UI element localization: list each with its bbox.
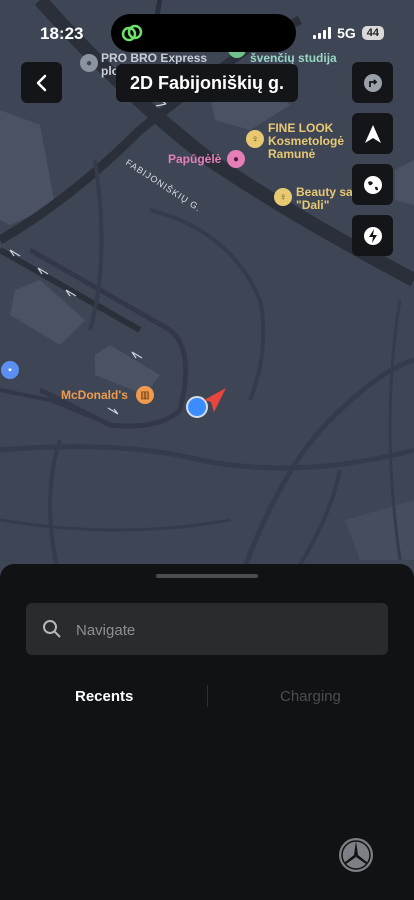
- map-layers-button[interactable]: [352, 164, 393, 205]
- tab-divider: [207, 685, 208, 707]
- shop-icon[interactable]: ●: [227, 150, 245, 168]
- fuel-icon[interactable]: ▪: [1, 361, 19, 379]
- poi-label-finelook[interactable]: FINE LOOK Kosmetologė Ramunė: [268, 122, 358, 161]
- navigation-arrow-icon: [204, 388, 226, 412]
- beauty-icon[interactable]: ♀: [246, 130, 264, 148]
- back-button[interactable]: [21, 62, 62, 103]
- beauty-icon[interactable]: ♀: [274, 188, 292, 206]
- poi-label-beauty-dali[interactable]: Beauty sa "Dali": [296, 186, 356, 212]
- turn-right-icon: [363, 73, 382, 92]
- network-label: 5G: [337, 25, 356, 41]
- poi-label-mcdonalds[interactable]: McDonald's: [61, 389, 128, 402]
- restaurant-icon[interactable]: ▥: [136, 386, 154, 404]
- status-time: 18:23: [40, 24, 84, 43]
- lightning-icon: [363, 226, 382, 245]
- destination-address[interactable]: 2D Fabijoniškių g.: [116, 64, 298, 102]
- globe-icon: [363, 175, 382, 194]
- recenter-button[interactable]: [352, 113, 393, 154]
- link-icon: [121, 24, 143, 42]
- tab-charging[interactable]: Charging: [280, 688, 341, 705]
- directions-button[interactable]: [352, 62, 393, 103]
- tab-recents[interactable]: Recents: [75, 688, 133, 705]
- bottom-sheet: Recents Charging: [0, 564, 414, 900]
- sheet-handle[interactable]: [156, 574, 258, 578]
- navigation-arrow-icon: [364, 124, 381, 143]
- dynamic-island[interactable]: [111, 14, 296, 52]
- search-input[interactable]: [74, 603, 378, 657]
- status-bar: 18:23 5G 44: [0, 0, 414, 62]
- signal-icon: [313, 27, 332, 39]
- battery-level: 44: [361, 26, 384, 40]
- poi-label-papugele[interactable]: Papūgėlė: [168, 153, 221, 166]
- chevron-left-icon: [36, 74, 46, 91]
- search-bar[interactable]: [26, 603, 388, 657]
- mercedes-logo: [339, 838, 373, 872]
- charging-filter-button[interactable]: [352, 215, 393, 256]
- search-icon: [43, 620, 61, 638]
